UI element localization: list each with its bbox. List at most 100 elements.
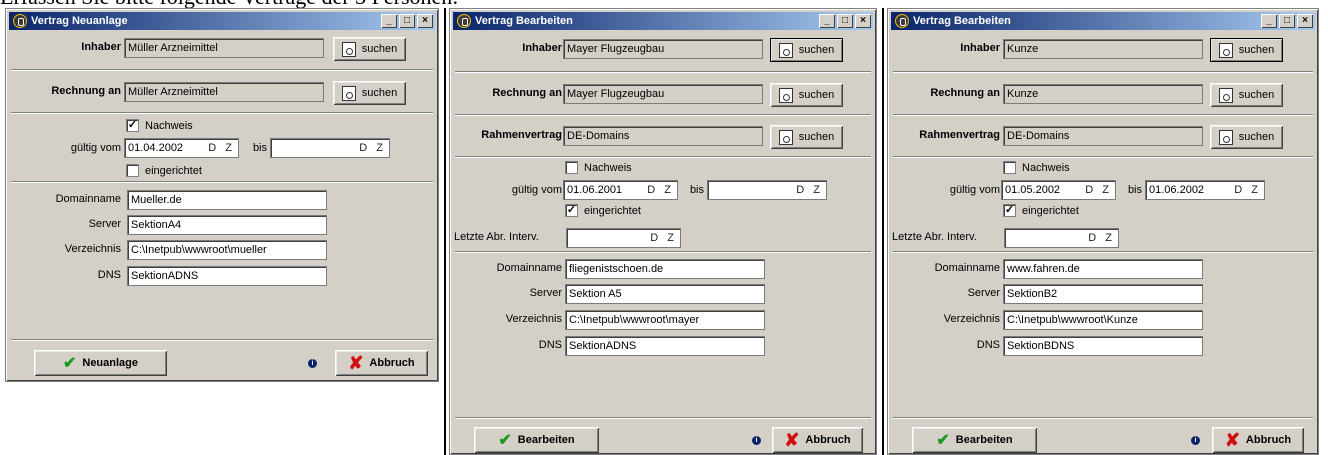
abbruch-button[interactable]: ✘ Abbruch: [1212, 427, 1304, 453]
rechnung-field[interactable]: Kunze: [1003, 84, 1203, 104]
rahmenvertrag-suchen-button[interactable]: suchen: [1210, 125, 1283, 149]
nachweis-checkbox[interactable]: ✓ Nachweis: [126, 119, 193, 132]
verzeichnis-field[interactable]: C:\Inetpub\wwwroot\mueller: [127, 240, 327, 260]
separator: [455, 417, 871, 419]
server-field[interactable]: SektionA4: [127, 215, 327, 235]
close-icon[interactable]: ×: [1297, 14, 1313, 28]
eingerichtet-checkbox[interactable]: ✓ eingerichtet: [565, 204, 641, 217]
domainname-field[interactable]: www.fahren.de: [1003, 259, 1203, 279]
date-buttons[interactable]: D Z: [647, 183, 674, 198]
info-icon[interactable]: i: [752, 436, 761, 445]
bis-label: bis: [1127, 184, 1142, 196]
abbruch-button[interactable]: ✘ Abbruch: [772, 427, 863, 453]
eingerichtet-checkbox[interactable]: ✓ eingerichtet: [1003, 204, 1079, 217]
bearbeiten-button[interactable]: ✔ Bearbeiten: [912, 427, 1037, 453]
button-label: suchen: [1238, 44, 1275, 56]
search-icon: [778, 42, 793, 58]
letzte-abrechnung-field[interactable]: D Z: [566, 228, 681, 248]
maximize-icon[interactable]: □: [399, 14, 415, 28]
gueltig-label: gültig vom: [70, 142, 121, 154]
separator: [893, 71, 1313, 73]
dns-field[interactable]: SektionADNS: [565, 336, 765, 356]
close-icon[interactable]: ×: [855, 14, 871, 28]
dialog-vertrag-bearbeiten-mayer: Vertrag Bearbeiten _ □ × Inhaber Mayer F…: [449, 8, 877, 455]
rechnung-label: Rechnung an: [51, 85, 121, 97]
maximize-icon[interactable]: □: [837, 14, 853, 28]
rahmenvertrag-field[interactable]: DE-Domains: [563, 126, 763, 146]
button-label: Abbruch: [369, 357, 415, 369]
search-icon: [778, 129, 793, 145]
app-icon: [895, 14, 909, 28]
verzeichnis-label: Verzeichnis: [64, 243, 121, 255]
date-buttons[interactable]: D Z: [1085, 183, 1112, 198]
verzeichnis-field[interactable]: C:\Inetpub\wwwroot\Kunze: [1003, 310, 1203, 330]
inhaber-suchen-button[interactable]: suchen: [770, 38, 843, 62]
domainname-field[interactable]: Mueller.de: [127, 190, 327, 210]
inhaber-field[interactable]: Kunze: [1003, 39, 1203, 59]
gueltig-von-field[interactable]: 01.05.2002 D Z: [1001, 180, 1116, 200]
dialog-vertrag-bearbeiten-kunze: Vertrag Bearbeiten _ □ × Inhaber Kunze s…: [887, 8, 1319, 455]
eingerichtet-checkbox[interactable]: eingerichtet: [126, 164, 202, 177]
search-icon: [778, 87, 793, 103]
maximize-icon[interactable]: □: [1279, 14, 1295, 28]
inhaber-field[interactable]: Müller Arzneimittel: [124, 38, 324, 58]
date-buttons[interactable]: D Z: [359, 141, 386, 156]
inhaber-suchen-button[interactable]: suchen: [333, 37, 406, 61]
gueltig-bis-field[interactable]: D Z: [707, 180, 827, 200]
minimize-icon[interactable]: _: [819, 14, 835, 28]
minimize-icon[interactable]: _: [381, 14, 397, 28]
rechnung-suchen-button[interactable]: suchen: [333, 81, 406, 105]
rahmenvertrag-label: Rahmenvertrag: [481, 129, 562, 141]
close-icon[interactable]: ×: [417, 14, 433, 28]
domainname-label: Domainname: [55, 193, 121, 205]
date-buttons[interactable]: D Z: [796, 183, 823, 198]
checkmark-icon: ✔: [62, 355, 77, 372]
dialog-vertrag-neuanlage: Vertrag Neuanlage _ □ × Inhaber Müller A…: [5, 8, 439, 382]
gueltig-bis-field[interactable]: D Z: [270, 138, 390, 158]
date-buttons[interactable]: D Z: [208, 141, 235, 156]
rechnung-suchen-button[interactable]: suchen: [770, 83, 843, 107]
inhaber-field[interactable]: Mayer Flugzeugbau: [563, 39, 763, 59]
minimize-icon[interactable]: _: [1261, 14, 1277, 28]
inhaber-suchen-button[interactable]: suchen: [1210, 38, 1283, 62]
rechnung-label: Rechnung an: [492, 87, 562, 99]
eingerichtet-box: ✓: [565, 204, 578, 217]
dns-field[interactable]: SektionBDNS: [1003, 336, 1203, 356]
rahmenvertrag-field[interactable]: DE-Domains: [1003, 126, 1203, 146]
date-buttons[interactable]: D Z: [650, 231, 677, 246]
server-field[interactable]: Sektion A5: [565, 284, 765, 304]
rechnung-field[interactable]: Mayer Flugzeugbau: [563, 84, 763, 104]
separator: [11, 339, 433, 341]
app-icon: [13, 14, 27, 28]
rahmenvertrag-suchen-button[interactable]: suchen: [770, 125, 843, 149]
app-icon: [457, 14, 471, 28]
divider: [882, 8, 884, 455]
info-icon[interactable]: i: [308, 359, 317, 368]
nachweis-checkbox[interactable]: Nachweis: [565, 161, 632, 174]
gueltig-von-field[interactable]: 01.06.2001 D Z: [563, 180, 678, 200]
dns-field[interactable]: SektionADNS: [127, 266, 327, 286]
date-buttons[interactable]: D Z: [1088, 231, 1115, 246]
server-field[interactable]: SektionB2: [1003, 284, 1203, 304]
letzte-abrechnung-label: Letzte Abr. Interv.: [892, 231, 977, 243]
date-buttons[interactable]: D Z: [1234, 183, 1261, 198]
separator: [893, 156, 1313, 158]
bearbeiten-button[interactable]: ✔ Bearbeiten: [474, 427, 599, 453]
gueltig-bis-field[interactable]: 01.06.2002 D Z: [1145, 180, 1265, 200]
checkmark-icon: ✔: [936, 432, 950, 449]
checkmark-icon: ✔: [498, 432, 512, 449]
button-label: suchen: [361, 87, 398, 99]
neuanlage-button[interactable]: ✔ Neuanlage: [34, 350, 167, 376]
rechnung-field[interactable]: Müller Arzneimittel: [124, 82, 324, 102]
rechnung-suchen-button[interactable]: suchen: [1210, 83, 1283, 107]
abbruch-button[interactable]: ✘ Abbruch: [335, 350, 428, 376]
domainname-field[interactable]: fliegenistschoen.de: [565, 259, 765, 279]
verzeichnis-field[interactable]: C:\Inetpub\wwwroot\mayer: [565, 310, 765, 330]
info-icon[interactable]: i: [1191, 436, 1200, 445]
gueltig-von-field[interactable]: 01.04.2002 D Z: [124, 138, 239, 158]
dns-label: DNS: [538, 339, 562, 351]
nachweis-checkbox[interactable]: Nachweis: [1003, 161, 1070, 174]
button-label: suchen: [798, 44, 835, 56]
letzte-abrechnung-field[interactable]: D Z: [1004, 228, 1119, 248]
separator: [893, 417, 1313, 419]
